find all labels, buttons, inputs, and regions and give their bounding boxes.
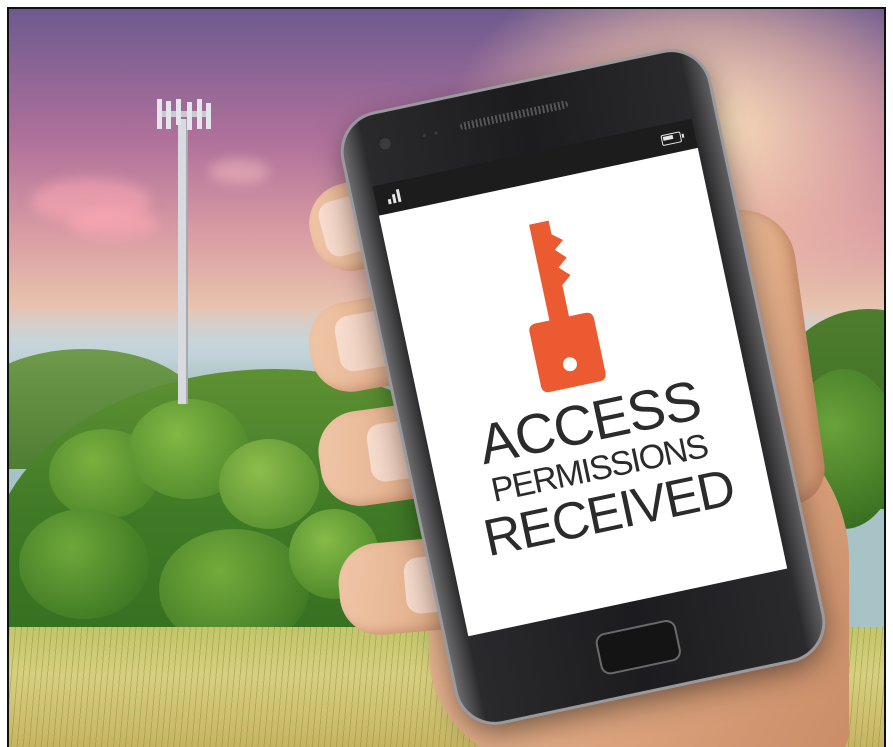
- photo-frame: ACCESS PERMISSIONS RECEIVED: [7, 7, 886, 747]
- cell-tower: [157, 99, 211, 404]
- sensor-dot: [420, 131, 428, 140]
- pink-cloud: [69, 209, 159, 239]
- home-button: [593, 618, 683, 677]
- tree: [19, 509, 149, 619]
- tree: [219, 439, 319, 529]
- key-icon: [529, 220, 606, 393]
- phone-screen: ACCESS PERMISSIONS RECEIVED: [378, 147, 788, 637]
- sensor-dot: [432, 129, 440, 137]
- front-camera-icon: [376, 135, 394, 153]
- earpiece-speaker: [459, 100, 569, 131]
- signal-icon: [386, 188, 402, 205]
- battery-icon: [660, 131, 683, 147]
